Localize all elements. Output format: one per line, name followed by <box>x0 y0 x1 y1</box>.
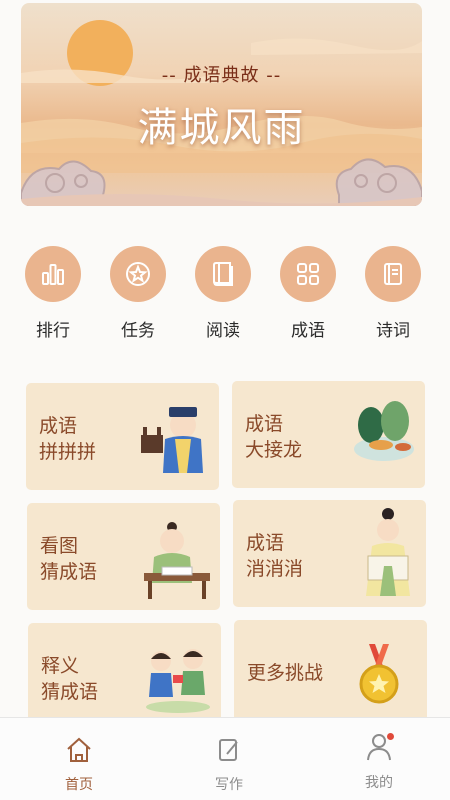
star-badge-icon <box>110 246 166 302</box>
quick-nav: 排行 任务 阅读 成语 诗词 <box>0 246 450 346</box>
nav-label: 诗词 <box>376 321 410 341</box>
notification-dot <box>387 733 394 740</box>
nav-label: 排行 <box>36 321 70 341</box>
hero-banner[interactable]: -- 成语典故 -- 满城风雨 <box>21 3 422 206</box>
tab-write[interactable]: 写作 <box>189 736 269 794</box>
reading-child-illustration <box>144 522 210 599</box>
card-title-line1: 释义 <box>41 655 80 677</box>
card-guess-by-picture[interactable]: 看图 猜成语 <box>27 503 220 610</box>
book-icon <box>195 246 251 302</box>
tab-home-label: 首页 <box>65 777 93 793</box>
bar-chart-icon <box>25 246 81 302</box>
tab-home[interactable]: 首页 <box>39 736 119 794</box>
card-idiom-pinyin[interactable]: 成语 拼拼拼 <box>26 383 219 490</box>
card-title-line1: 看图 <box>40 535 79 557</box>
card-title-line1: 成语 <box>39 415 78 437</box>
nav-label: 阅读 <box>206 321 240 341</box>
card-title-line2: 猜成语 <box>41 681 99 703</box>
card-more-challenges[interactable]: 更多挑战 <box>234 620 427 727</box>
nav-item-reading[interactable]: 阅读 <box>188 246 258 341</box>
card-guess-by-meaning[interactable]: 释义 猜成语 <box>28 623 221 730</box>
medal-illustration <box>359 644 399 704</box>
card-title-line2: 大接龙 <box>245 439 303 461</box>
notebook-icon <box>365 246 421 302</box>
card-idiom-eliminate[interactable]: 成语 消消消 <box>233 500 426 607</box>
home-icon <box>67 737 91 762</box>
card-title-line1: 成语 <box>245 413 284 435</box>
nav-item-ranking[interactable]: 排行 <box>18 246 88 341</box>
nav-item-poetry[interactable]: 诗词 <box>358 246 428 341</box>
card-title-line2: 拼拼拼 <box>39 441 97 463</box>
nav-label: 任务 <box>121 321 155 341</box>
banner-title: 满城风雨 <box>137 105 306 151</box>
card-title-line2: 猜成语 <box>40 561 98 583</box>
two-kids-illustration <box>146 649 210 713</box>
bottom-tab-bar: 首页 写作 我的 <box>0 717 450 800</box>
banner-subtitle: -- 成语典故 -- <box>161 65 282 86</box>
nav-item-idioms[interactable]: 成语 <box>273 246 343 341</box>
grid-icon <box>280 246 336 302</box>
write-icon <box>219 739 238 761</box>
nav-item-tasks[interactable]: 任务 <box>103 246 173 341</box>
card-idiom-chain[interactable]: 成语 大接龙 <box>232 381 425 488</box>
card-title-line2: 消消消 <box>246 558 304 580</box>
tab-profile[interactable]: 我的 <box>339 732 419 792</box>
tab-profile-label: 我的 <box>365 775 393 791</box>
girl-scroll-illustration <box>366 508 410 596</box>
scholar-illustration <box>141 407 203 473</box>
nav-label: 成语 <box>291 321 325 341</box>
card-title-line1: 成语 <box>246 532 285 554</box>
tab-write-label: 写作 <box>215 777 243 793</box>
card-title-line1: 更多挑战 <box>247 662 324 684</box>
landscape-illustration <box>354 401 414 461</box>
